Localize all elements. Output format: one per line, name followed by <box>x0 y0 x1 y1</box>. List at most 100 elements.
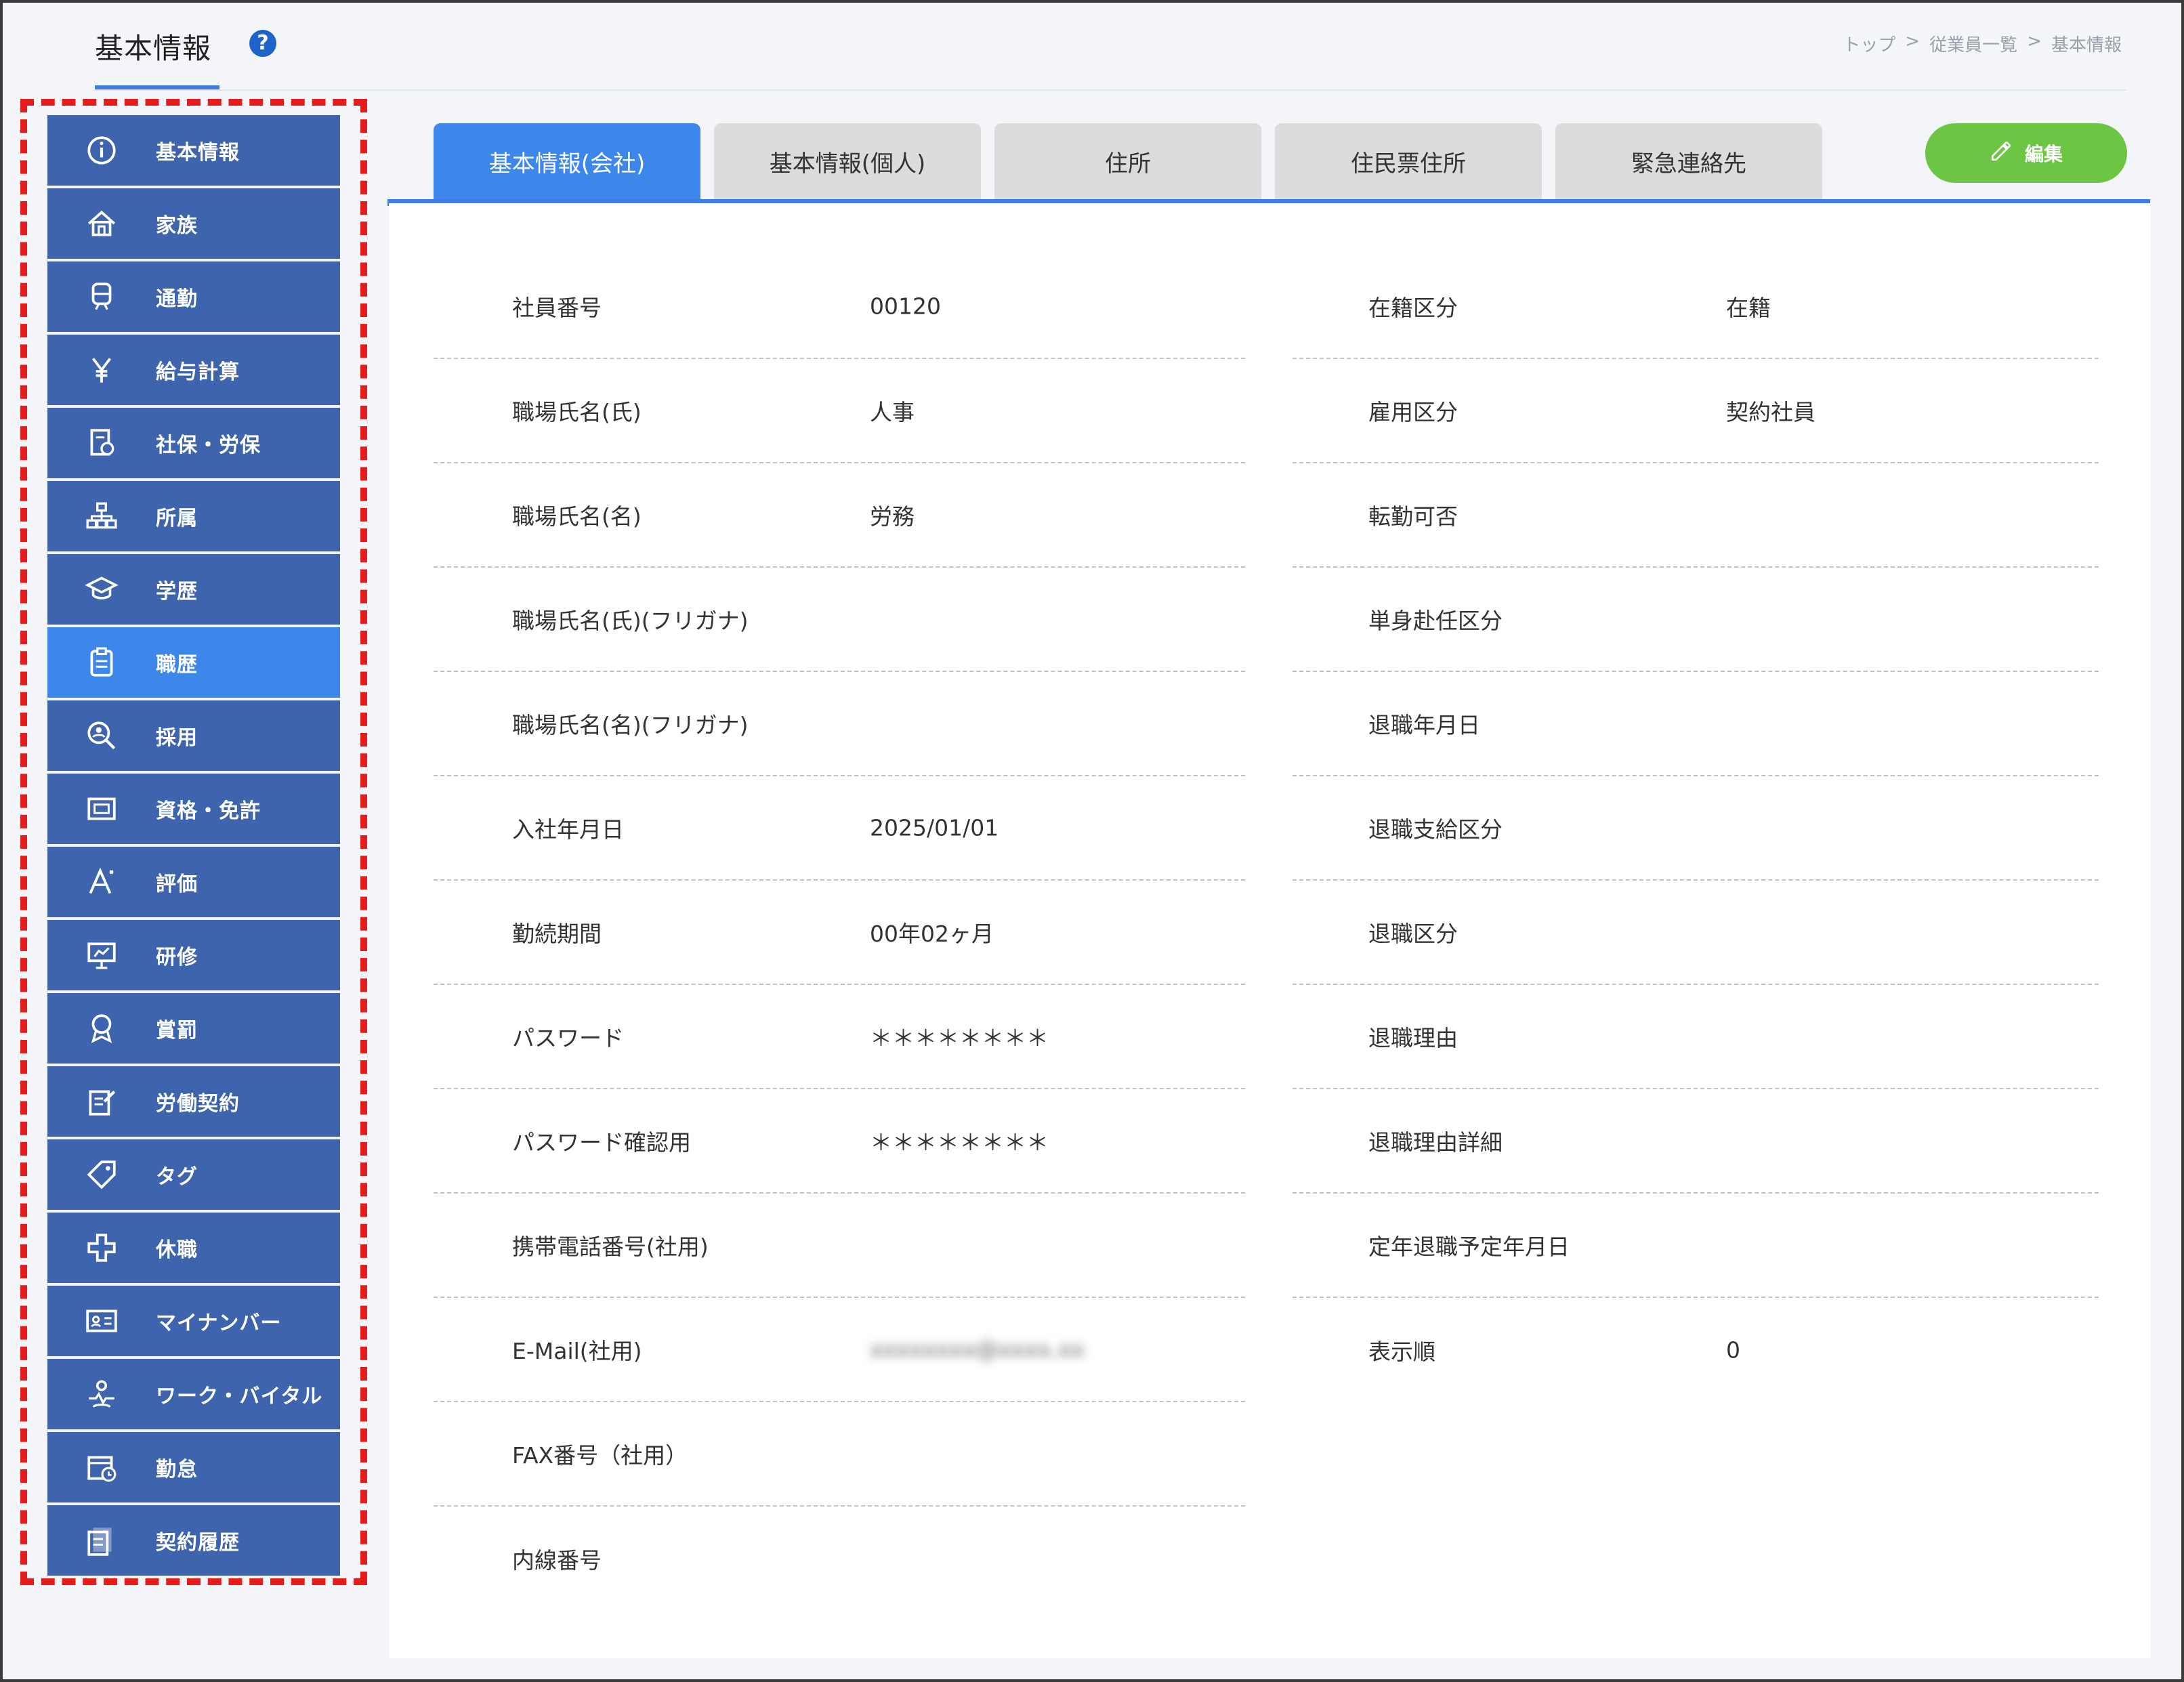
help-icon[interactable]: ? <box>249 30 276 57</box>
sidebar-nav: 基本情報家族通勤給与計算社保・労保所属学歴職歴採用資格・免許評価研修賞罰労働契約… <box>47 115 340 1578</box>
sidebar-item-label: 研修 <box>156 946 198 969</box>
sidebar-item[interactable]: 採用 <box>47 700 340 771</box>
tab-basic-info-personal[interactable]: 基本情報(個人) <box>714 123 981 199</box>
sidebar-item[interactable]: 休職 <box>47 1213 340 1283</box>
sidebar-item-label: 通勤 <box>156 287 198 311</box>
field-label: 退職支給区分 <box>1368 816 1503 843</box>
sidebar-item[interactable]: 給与計算 <box>47 335 340 405</box>
field-row: 職場氏名(氏) 人事 <box>434 359 1245 463</box>
field-row: 内線番号 <box>434 1507 1245 1611</box>
field-label: 単身赴任区分 <box>1368 608 1503 634</box>
field-row: FAX番号（社用） <box>434 1402 1245 1507</box>
field-value: xxxxxxxx@xxxx.xx <box>870 1336 1085 1363</box>
field-label: 内線番号 <box>512 1547 602 1574</box>
sidebar-item[interactable]: 評価 <box>47 847 340 917</box>
field-row: パスワード ＊＊＊＊＊＊＊＊ <box>434 985 1245 1089</box>
field-row: 退職理由詳細 <box>1293 1089 2099 1194</box>
field-label: 携帯電話番号(社用) <box>512 1234 709 1260</box>
sidebar-item-label: 評価 <box>156 872 198 896</box>
sidebar-item-label: マイナンバー <box>156 1311 282 1335</box>
field-value: 労務 <box>870 503 915 530</box>
breadcrumb-employee-list-link[interactable]: 従業員一覧 <box>1929 31 2017 56</box>
field-label: 社員番号 <box>512 295 602 321</box>
field-value: 2025/01/01 <box>870 814 999 841</box>
sidebar-item[interactable]: タグ <box>47 1139 340 1210</box>
field-label: 職場氏名(氏) <box>512 399 642 425</box>
field-row: 在籍区分 在籍 <box>1293 255 2099 359</box>
evaluation-icon <box>47 865 156 899</box>
sidebar-item-label: 給与計算 <box>156 360 240 384</box>
sidebar-item[interactable]: ワーク・バイタル <box>47 1359 340 1429</box>
field-label: 表示順 <box>1368 1339 1435 1365</box>
sidebar-item-label: 賞罰 <box>156 1019 198 1043</box>
sidebar-item-label: 学歴 <box>156 580 198 604</box>
field-value: 契約社員 <box>1726 399 1815 425</box>
breadcrumb-separator: > <box>2027 31 2042 51</box>
sidebar-item[interactable]: 学歴 <box>47 554 340 625</box>
field-row: 社員番号 00120 <box>434 255 1245 359</box>
field-label: 勤続期間 <box>512 921 602 947</box>
sidebar-item[interactable]: 労働契約 <box>47 1066 340 1137</box>
presentation-board-icon <box>47 938 156 972</box>
sidebar-item-label: 所属 <box>156 507 198 530</box>
field-label: 定年退職予定年月日 <box>1368 1234 1570 1260</box>
field-value: ＊＊＊＊＊＊＊＊ <box>870 1129 1049 1156</box>
sidebar-item[interactable]: 勤怠 <box>47 1432 340 1502</box>
vital-person-icon <box>47 1377 156 1411</box>
field-label: 職場氏名(氏)(フリガナ) <box>512 608 749 634</box>
field-row: E-Mail(社用) xxxxxxxx@xxxx.xx <box>434 1298 1245 1402</box>
field-row: 入社年月日 2025/01/01 <box>434 776 1245 881</box>
field-value: 人事 <box>870 399 915 425</box>
sidebar-item[interactable]: 資格・免許 <box>47 774 340 844</box>
field-value: 在籍 <box>1726 295 1771 321</box>
sidebar-item[interactable]: 契約履歴 <box>47 1505 340 1576</box>
id-card-icon <box>47 1304 156 1338</box>
field-row: 携帯電話番号(社用) <box>434 1194 1245 1298</box>
app-frame: 基本情報 ? トップ > 従業員一覧 > 基本情報 基本情報家族通勤給与計算社保… <box>0 0 2184 1682</box>
sidebar-item-label: 休職 <box>156 1238 198 1262</box>
field-row: 職場氏名(名) 労務 <box>434 463 1245 568</box>
pencil-icon <box>1990 140 2013 167</box>
sidebar-item[interactable]: 賞罰 <box>47 993 340 1064</box>
calendar-clock-icon <box>47 1450 156 1484</box>
field-label: 退職年月日 <box>1368 712 1480 738</box>
field-row: 退職区分 <box>1293 881 2099 985</box>
field-label: 退職理由 <box>1368 1025 1458 1051</box>
sidebar-item[interactable]: 基本情報 <box>47 115 340 186</box>
search-person-icon <box>47 719 156 753</box>
sidebar-item-label: 基本情報 <box>156 141 240 165</box>
tab-basic-info-company[interactable]: 基本情報(会社) <box>434 123 700 199</box>
sidebar-item[interactable]: 職歴 <box>47 627 340 698</box>
breadcrumb-top-link[interactable]: トップ <box>1843 31 1895 56</box>
license-card-icon <box>47 792 156 826</box>
train-icon <box>47 280 156 314</box>
sidebar-item-label: 資格・免許 <box>156 799 261 823</box>
sidebar-item-label: 採用 <box>156 726 198 750</box>
field-row: 雇用区分 契約社員 <box>1293 359 2099 463</box>
tab-address[interactable]: 住所 <box>994 123 1261 199</box>
sidebar-item[interactable]: 社保・労保 <box>47 408 340 478</box>
sidebar-item-label: 労働契約 <box>156 1092 240 1116</box>
sidebar-item[interactable]: マイナンバー <box>47 1286 340 1356</box>
edit-button[interactable]: 編集 <box>1925 123 2127 183</box>
document-history-icon <box>47 1523 156 1557</box>
field-label: E-Mail(社用) <box>512 1338 642 1364</box>
sidebar-item[interactable]: 通勤 <box>47 261 340 332</box>
sidebar-item[interactable]: 家族 <box>47 188 340 259</box>
field-label: 入社年月日 <box>512 816 624 843</box>
breadcrumb: トップ > 従業員一覧 > 基本情報 <box>1843 31 2122 56</box>
field-row: 退職支給区分 <box>1293 776 2099 881</box>
sidebar-item[interactable]: 研修 <box>47 920 340 990</box>
insurance-doc-icon <box>47 426 156 460</box>
medical-cross-icon <box>47 1231 156 1265</box>
tab-emergency-contact[interactable]: 緊急連絡先 <box>1555 123 1822 199</box>
page-title: 基本情報 <box>95 32 212 65</box>
sidebar-item[interactable]: 所属 <box>47 481 340 551</box>
graduation-cap-icon <box>47 572 156 606</box>
info-icon <box>47 133 156 167</box>
sidebar-item-label: 社保・労保 <box>156 434 261 457</box>
tab-resident-address[interactable]: 住民票住所 <box>1275 123 1542 199</box>
edit-button-label: 編集 <box>2024 143 2063 165</box>
sidebar-item-label: 家族 <box>156 214 198 238</box>
sidebar-item-label: 勤怠 <box>156 1458 198 1481</box>
